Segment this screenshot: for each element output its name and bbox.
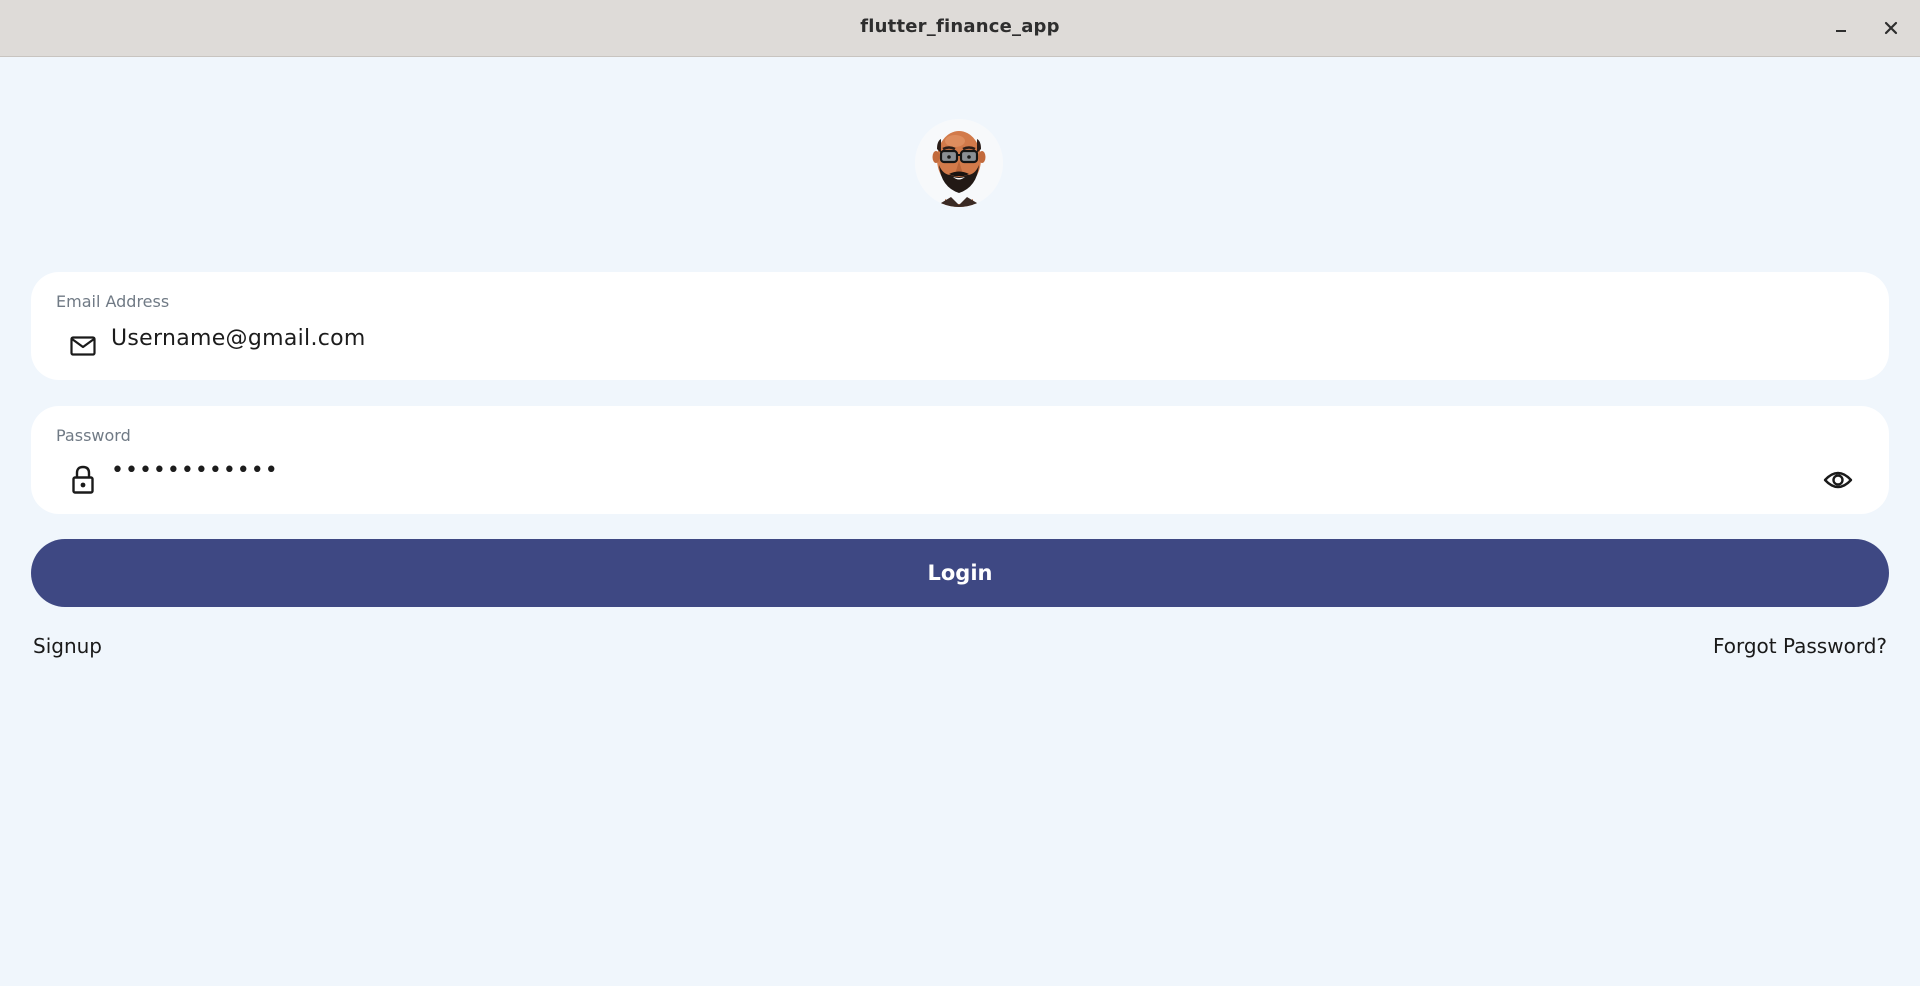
close-icon (1884, 21, 1898, 35)
minimize-button[interactable] (1827, 14, 1855, 42)
signup-link[interactable]: Signup (33, 634, 102, 658)
close-button[interactable] (1877, 14, 1905, 42)
avatar (915, 119, 1003, 207)
email-label: Email Address (56, 292, 170, 311)
login-button[interactable]: Login (31, 539, 1889, 607)
avatar-icon (915, 119, 1003, 207)
lock-icon (67, 464, 99, 496)
email-field[interactable]: Email Address Username@gmail.com (31, 272, 1889, 380)
password-label: Password (56, 426, 131, 445)
forgot-password-link[interactable]: Forgot Password? (1713, 634, 1887, 658)
mail-icon (67, 330, 99, 362)
email-input[interactable]: Username@gmail.com (111, 326, 366, 351)
minimize-icon (1836, 30, 1846, 32)
password-input[interactable]: •••••••••••• (111, 458, 279, 483)
password-field[interactable]: Password •••••••••••• (31, 406, 1889, 514)
window-title: flutter_finance_app (860, 16, 1060, 37)
title-bar: flutter_finance_app (0, 0, 1920, 57)
app-window: flutter_finance_app Email Address Userna… (0, 0, 1920, 986)
eye-icon[interactable] (1821, 464, 1855, 496)
